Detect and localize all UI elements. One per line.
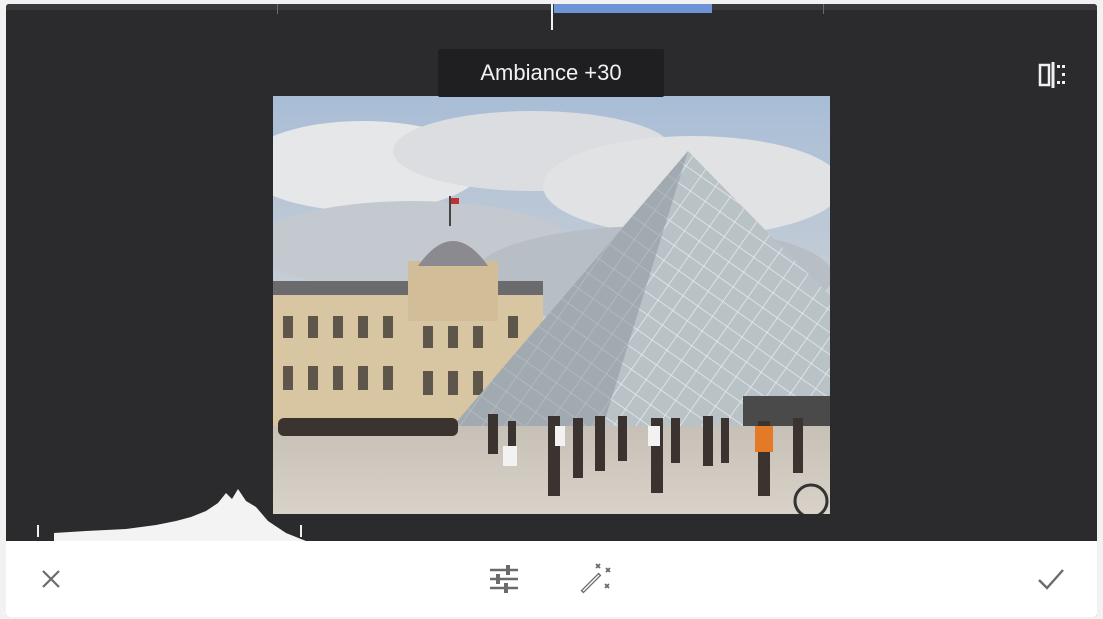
slider-fill	[554, 4, 712, 13]
slider-tick	[277, 4, 278, 14]
compare-split-icon[interactable]	[1037, 59, 1069, 91]
photo-preview	[273, 96, 830, 514]
checkmark-icon[interactable]	[1033, 561, 1069, 597]
adjustment-slider[interactable]	[6, 4, 1097, 30]
histogram-white-point	[300, 525, 302, 537]
slider-center-marker	[551, 4, 553, 30]
editor-canvas: Ambiance +30	[6, 4, 1097, 617]
histogram-black-point	[37, 525, 39, 537]
bottom-toolbar	[6, 541, 1097, 617]
slider-tick	[823, 4, 824, 14]
close-icon[interactable]	[33, 561, 69, 597]
histogram	[54, 489, 306, 541]
adjustment-value-label: Ambiance +30	[438, 49, 664, 97]
adjustment-value-text: Ambiance +30	[480, 60, 622, 85]
sliders-icon[interactable]	[486, 561, 522, 597]
magic-wand-icon[interactable]	[577, 561, 613, 597]
